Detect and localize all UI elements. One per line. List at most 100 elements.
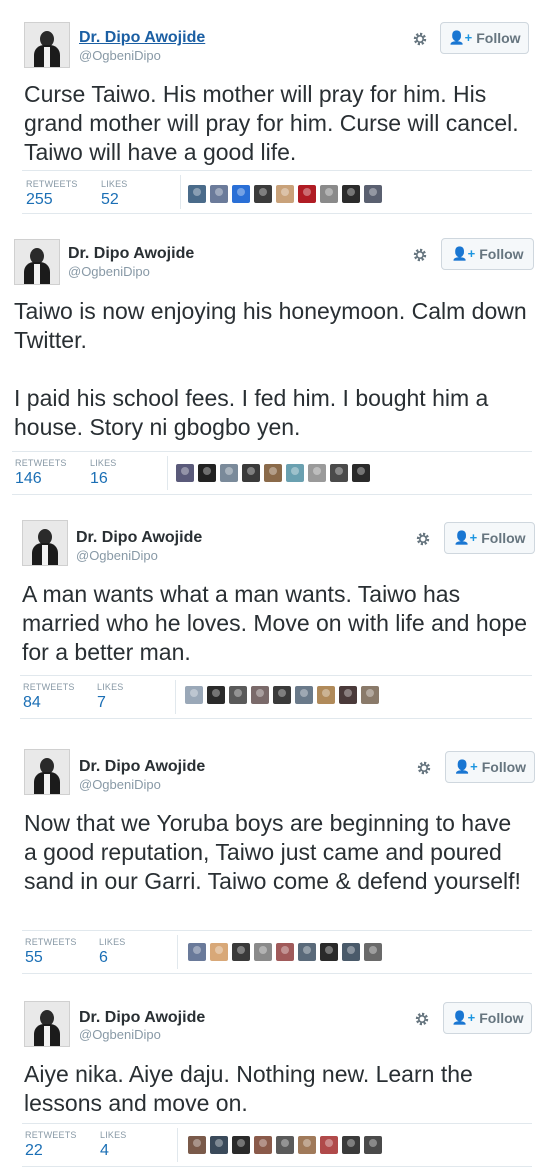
- liker-avatar[interactable]: [342, 943, 360, 961]
- retweets-count[interactable]: 146: [15, 470, 42, 488]
- gear-icon[interactable]: [414, 758, 434, 778]
- retweets-count[interactable]: 255: [26, 191, 53, 209]
- retweets-label: RETWEETS: [25, 1130, 77, 1140]
- author-name[interactable]: Dr. Dipo Awojide: [79, 29, 205, 47]
- gear-icon[interactable]: [410, 29, 430, 49]
- liker-avatar[interactable]: [273, 686, 291, 704]
- liker-avatars: [176, 464, 370, 482]
- avatar[interactable]: [14, 239, 60, 285]
- tweet-card: Dr. Dipo Awojide @OgbeniDipo 👤+ Follow Ai…: [0, 985, 541, 1174]
- liker-avatar[interactable]: [220, 464, 238, 482]
- retweets-count[interactable]: 22: [25, 1142, 43, 1160]
- likes-count[interactable]: 52: [101, 191, 119, 209]
- likes-label: LIKES: [90, 458, 117, 468]
- follow-button[interactable]: 👤+ Follow: [441, 238, 534, 270]
- likes-count[interactable]: 16: [90, 470, 108, 488]
- avatar[interactable]: [24, 749, 70, 795]
- liker-avatar[interactable]: [207, 686, 225, 704]
- stats-divider: [177, 935, 178, 969]
- tweet-card: Dr. Dipo Awojide @OgbeniDipo 👤+ Follow Cu…: [0, 0, 541, 225]
- liker-avatar[interactable]: [276, 1136, 294, 1154]
- liker-avatar[interactable]: [254, 185, 272, 203]
- tweet-card: Dr. Dipo Awojide @OgbeniDipo 👤+ Follow A …: [0, 505, 541, 735]
- liker-avatar[interactable]: [242, 464, 260, 482]
- likes-count[interactable]: 6: [99, 949, 108, 967]
- liker-avatar[interactable]: [342, 1136, 360, 1154]
- follow-button[interactable]: 👤+ Follow: [443, 1002, 532, 1034]
- liker-avatar[interactable]: [188, 943, 206, 961]
- liker-avatar[interactable]: [210, 943, 228, 961]
- liker-avatar[interactable]: [308, 464, 326, 482]
- liker-avatar[interactable]: [352, 464, 370, 482]
- liker-avatar[interactable]: [320, 1136, 338, 1154]
- liker-avatar[interactable]: [229, 686, 247, 704]
- tweet-stats: RETWEETS 146 LIKES 16: [12, 451, 532, 495]
- liker-avatar[interactable]: [198, 464, 216, 482]
- liker-avatar[interactable]: [276, 185, 294, 203]
- liker-avatar[interactable]: [364, 1136, 382, 1154]
- avatar[interactable]: [22, 520, 68, 566]
- follow-button[interactable]: 👤+ Follow: [444, 522, 535, 554]
- liker-avatar[interactable]: [232, 943, 250, 961]
- likes-count[interactable]: 4: [100, 1142, 109, 1160]
- follow-label: Follow: [481, 759, 527, 775]
- retweets-label: RETWEETS: [26, 179, 78, 189]
- author-handle[interactable]: @OgbeniDipo: [79, 777, 161, 792]
- liker-avatar[interactable]: [176, 464, 194, 482]
- liker-avatar[interactable]: [339, 686, 357, 704]
- author-handle[interactable]: @OgbeniDipo: [79, 48, 161, 63]
- liker-avatar[interactable]: [210, 1136, 228, 1154]
- liker-avatar[interactable]: [286, 464, 304, 482]
- retweets-count[interactable]: 55: [25, 949, 43, 967]
- author-handle[interactable]: @OgbeniDipo: [76, 548, 158, 563]
- liker-avatar[interactable]: [320, 943, 338, 961]
- liker-avatar[interactable]: [298, 943, 316, 961]
- liker-avatar[interactable]: [298, 1136, 316, 1154]
- liker-avatar[interactable]: [185, 686, 203, 704]
- stats-divider: [180, 175, 181, 209]
- liker-avatar[interactable]: [276, 943, 294, 961]
- stats-divider: [167, 456, 168, 490]
- author-handle[interactable]: @OgbeniDipo: [79, 1027, 161, 1042]
- retweets-count[interactable]: 84: [23, 694, 41, 712]
- liker-avatar[interactable]: [320, 185, 338, 203]
- liker-avatar[interactable]: [210, 185, 228, 203]
- gear-icon[interactable]: [413, 529, 433, 549]
- liker-avatar[interactable]: [188, 185, 206, 203]
- liker-avatar[interactable]: [232, 1136, 250, 1154]
- liker-avatar[interactable]: [317, 686, 335, 704]
- likes-label: LIKES: [99, 937, 126, 947]
- author-name[interactable]: Dr. Dipo Awojide: [68, 245, 194, 263]
- follow-button[interactable]: 👤+ Follow: [445, 751, 535, 783]
- follow-label: Follow: [479, 246, 524, 262]
- author-name[interactable]: Dr. Dipo Awojide: [79, 1009, 205, 1027]
- likes-label: LIKES: [100, 1130, 127, 1140]
- stats-divider: [177, 1128, 178, 1162]
- add-user-icon: 👤+: [453, 759, 478, 774]
- avatar[interactable]: [24, 22, 70, 68]
- liker-avatar[interactable]: [251, 686, 269, 704]
- liker-avatar[interactable]: [342, 185, 360, 203]
- liker-avatar[interactable]: [330, 464, 348, 482]
- author-name[interactable]: Dr. Dipo Awojide: [76, 529, 202, 547]
- liker-avatar[interactable]: [361, 686, 379, 704]
- liker-avatar[interactable]: [364, 943, 382, 961]
- liker-avatar[interactable]: [254, 943, 272, 961]
- gear-icon[interactable]: [410, 245, 430, 265]
- liker-avatar[interactable]: [364, 185, 382, 203]
- add-user-icon: 👤+: [451, 246, 476, 261]
- gear-icon[interactable]: [412, 1009, 432, 1029]
- liker-avatar[interactable]: [298, 185, 316, 203]
- author-name[interactable]: Dr. Dipo Awojide: [79, 758, 205, 776]
- follow-button[interactable]: 👤+ Follow: [440, 22, 529, 54]
- liker-avatar[interactable]: [232, 185, 250, 203]
- follow-label: Follow: [479, 1010, 524, 1026]
- likes-count[interactable]: 7: [97, 694, 106, 712]
- liker-avatar[interactable]: [295, 686, 313, 704]
- liker-avatar[interactable]: [254, 1136, 272, 1154]
- liker-avatar[interactable]: [188, 1136, 206, 1154]
- avatar[interactable]: [24, 1001, 70, 1047]
- tweet-text: Curse Taiwo. His mother will pray for hi…: [24, 81, 519, 165]
- liker-avatar[interactable]: [264, 464, 282, 482]
- author-handle[interactable]: @OgbeniDipo: [68, 264, 150, 279]
